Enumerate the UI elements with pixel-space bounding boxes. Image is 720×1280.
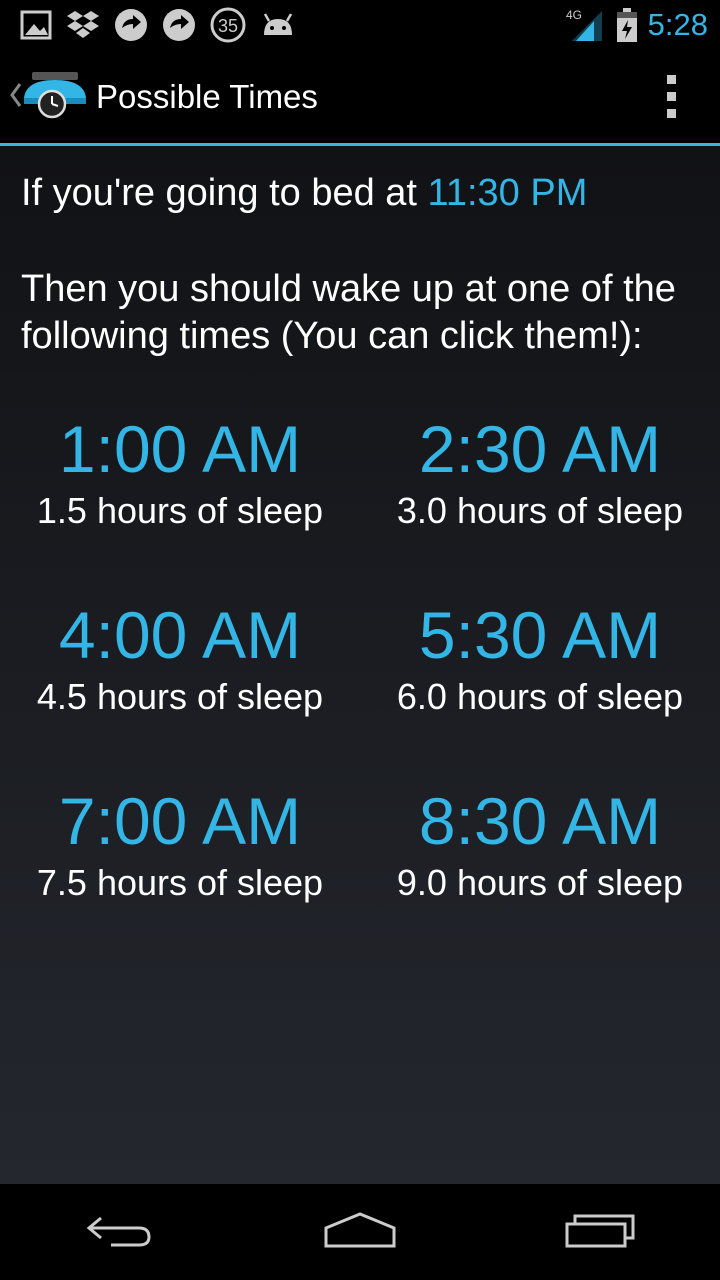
wake-time-value: 1:00 AM: [58, 412, 302, 486]
system-indicators: 4G 5:28: [566, 7, 720, 43]
nav-recents-button[interactable]: [540, 1192, 660, 1272]
sleep-hours-label: 1.5 hours of sleep: [36, 490, 324, 531]
wake-time-value: 7:00 AM: [58, 784, 302, 858]
wake-time-option[interactable]: 7:00 AM 7.5 hours of sleep: [0, 773, 360, 959]
wake-time-option[interactable]: 8:30 AM 9.0 hours of sleep: [360, 773, 720, 959]
badge-count: 35: [218, 16, 238, 36]
sleep-hours-label: 6.0 hours of sleep: [396, 676, 684, 717]
wake-times-row: 4:00 AM 4.5 hours of sleep 5:30 AM 6.0 h…: [0, 587, 720, 773]
bedtime-line: If you're going to bed at 11:30 PM: [21, 172, 587, 215]
app-icon: [22, 70, 88, 124]
wake-time-value: 4:00 AM: [58, 598, 302, 672]
wake-time-option[interactable]: 5:30 AM 6.0 hours of sleep: [360, 587, 720, 773]
sleep-hours-label: 4.5 hours of sleep: [36, 676, 324, 717]
home-icon: [322, 1210, 398, 1254]
battery-charging-icon: [616, 8, 638, 42]
sleep-hours-label: 7.5 hours of sleep: [36, 862, 324, 903]
wake-times-grid: 1:00 AM 1.5 hours of sleep 2:30 AM 3.0 h…: [0, 401, 720, 959]
nav-home-button[interactable]: [300, 1192, 420, 1272]
gallery-icon: [20, 10, 52, 40]
dropbox-icon: [66, 10, 100, 40]
action-bar: Possible Times: [0, 50, 720, 143]
back-icon: [85, 1210, 155, 1254]
sync-icon: [114, 8, 148, 42]
back-chevron-icon: [8, 80, 22, 114]
home-up-button[interactable]: [0, 50, 88, 143]
network-label: 4G: [566, 8, 582, 22]
bedtime-prefix: If you're going to bed at: [21, 172, 417, 214]
recents-icon: [563, 1210, 637, 1254]
instruction-text: Then you should wake up at one of the fo…: [21, 268, 676, 357]
overflow-menu-button[interactable]: [667, 75, 676, 118]
overflow-menu-icon: [667, 75, 676, 84]
status-bar: 35 4G 5:28: [0, 0, 720, 50]
notification-badge-icon: 35: [210, 7, 246, 43]
wake-time-option[interactable]: 4:00 AM 4.5 hours of sleep: [0, 587, 360, 773]
wake-time-option[interactable]: 1:00 AM 1.5 hours of sleep: [0, 401, 360, 587]
bedtime-value: 11:30 PM: [427, 172, 588, 214]
wake-time-value: 8:30 AM: [418, 784, 662, 858]
status-clock: 5:28: [647, 7, 708, 42]
main-content: If you're going to bed at 11:30 PM Then …: [0, 146, 720, 1184]
sleep-hours-label: 3.0 hours of sleep: [396, 490, 684, 531]
signal-4g-icon: 4G: [566, 7, 606, 43]
notification-icons: 35: [0, 7, 296, 43]
overflow-menu-dot: [667, 109, 676, 118]
navigation-bar: [0, 1184, 720, 1280]
sync-icon: [162, 8, 196, 42]
nav-back-button[interactable]: [60, 1192, 180, 1272]
android-icon: [260, 11, 296, 39]
wake-time-option[interactable]: 2:30 AM 3.0 hours of sleep: [360, 401, 720, 587]
overflow-menu-dot: [667, 92, 676, 101]
wake-time-value: 5:30 AM: [418, 598, 662, 672]
screen-title: Possible Times: [96, 77, 318, 115]
wake-times-row: 7:00 AM 7.5 hours of sleep 8:30 AM 9.0 h…: [0, 773, 720, 959]
wake-times-row: 1:00 AM 1.5 hours of sleep 2:30 AM 3.0 h…: [0, 401, 720, 587]
sleep-hours-label: 9.0 hours of sleep: [396, 862, 684, 903]
wake-time-value: 2:30 AM: [418, 412, 662, 486]
